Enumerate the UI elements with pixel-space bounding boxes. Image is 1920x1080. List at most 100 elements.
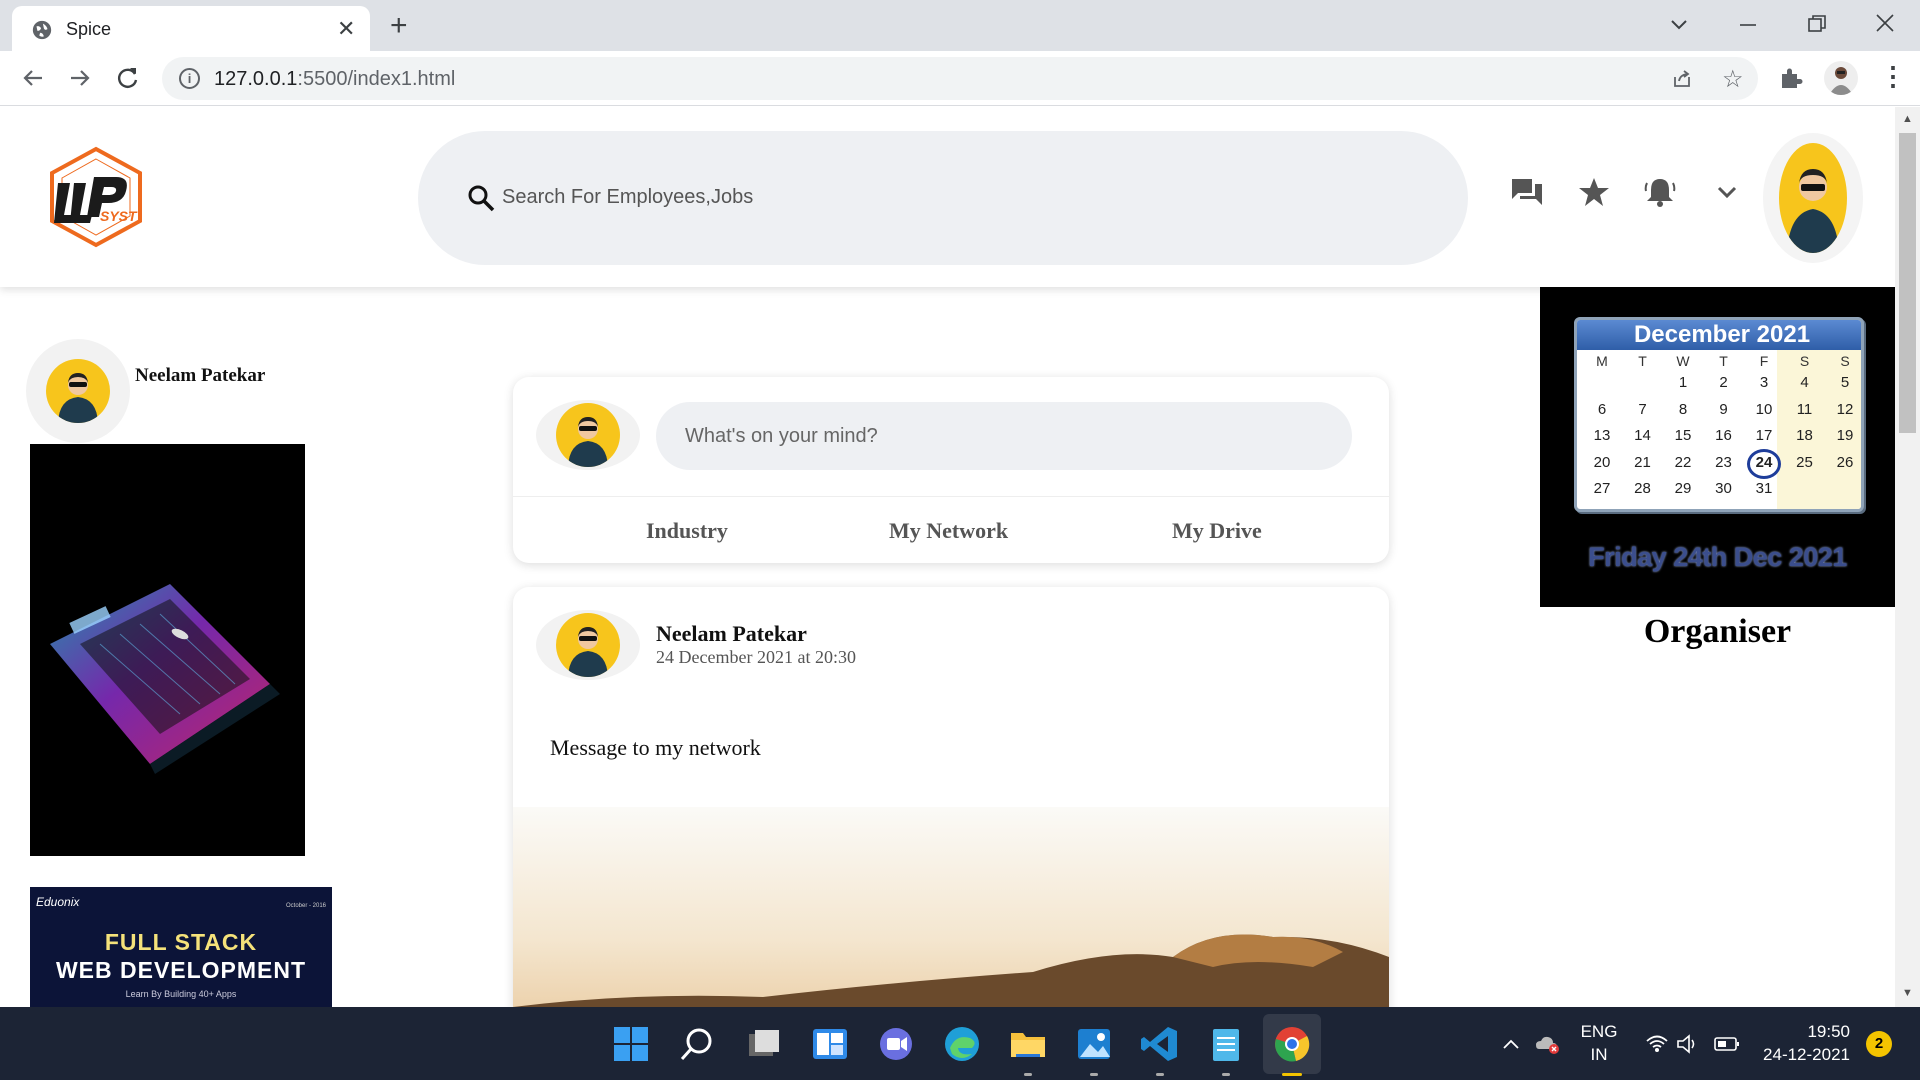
photos-running-indicator: [1090, 1073, 1098, 1076]
scroll-down-arrow-icon[interactable]: ▼: [1902, 987, 1913, 999]
calendar-day[interactable]: 23: [1707, 454, 1741, 471]
calendar-day[interactable]: 10: [1747, 401, 1781, 418]
calendar-day[interactable]: 16: [1707, 427, 1741, 444]
tray-overflow-chevron-icon[interactable]: [1502, 1037, 1520, 1051]
calendar-day[interactable]: 18: [1788, 427, 1822, 444]
search-input[interactable]: [502, 179, 762, 215]
company-logo[interactable]: SYST: [44, 145, 148, 249]
calendar-day[interactable]: 24: [1747, 454, 1781, 471]
messages-icon[interactable]: [1510, 175, 1544, 209]
widgets-icon[interactable]: [810, 1024, 850, 1064]
photos-icon[interactable]: [1074, 1024, 1114, 1064]
clock-time[interactable]: 19:50: [1760, 1022, 1850, 1042]
restore-icon[interactable]: [1806, 13, 1828, 35]
new-tab-icon[interactable]: +: [390, 9, 408, 43]
calendar-day[interactable]: 31: [1747, 480, 1781, 497]
calendar-day[interactable]: 12: [1828, 401, 1861, 418]
calendar-day[interactable]: 21: [1626, 454, 1660, 471]
calendar-day[interactable]: 28: [1626, 480, 1660, 497]
search-bar[interactable]: [418, 131, 1468, 265]
extensions-puzzle-icon[interactable]: [1778, 65, 1804, 91]
calendar-day[interactable]: 6: [1585, 401, 1619, 418]
volume-icon[interactable]: [1676, 1034, 1700, 1054]
page-scrollbar[interactable]: ▲ ▼: [1895, 107, 1920, 1007]
edge-browser-icon[interactable]: [942, 1024, 982, 1064]
calendar-day[interactable]: 26: [1828, 454, 1861, 471]
ad-tagline: Learn By Building 40+ Apps: [125, 989, 237, 999]
task-view-icon[interactable]: [744, 1024, 784, 1064]
teams-chat-icon[interactable]: [876, 1024, 916, 1064]
calendar-day[interactable]: 22: [1666, 454, 1700, 471]
windows-start-icon[interactable]: [611, 1024, 651, 1064]
left-user-name[interactable]: Neelam Patekar: [135, 365, 265, 387]
calendar-day[interactable]: 1: [1666, 374, 1700, 391]
tab-search-icon[interactable]: [1668, 14, 1690, 36]
bookmark-star-icon[interactable]: ☆: [1722, 65, 1744, 94]
calendar-day[interactable]: 27: [1585, 480, 1619, 497]
calendar-day[interactable]: 13: [1585, 427, 1619, 444]
site-header: SYST: [0, 107, 1895, 287]
calendar-day[interactable]: 11: [1788, 401, 1822, 418]
tab-close-icon[interactable]: ✕: [337, 16, 355, 42]
wifi-icon[interactable]: [1645, 1034, 1669, 1054]
calendar-day[interactable]: 7: [1626, 401, 1660, 418]
post-message: Message to my network: [550, 735, 761, 760]
chevron-down-icon[interactable]: [1710, 175, 1744, 209]
post-author-name[interactable]: Neelam Patekar: [656, 621, 807, 647]
notifications-bell-icon[interactable]: [1643, 175, 1677, 209]
onedrive-error-icon[interactable]: [1535, 1033, 1561, 1055]
course-ad-banner[interactable]: Eduonix October - 2016 FULL STACK WEB DE…: [30, 887, 332, 1007]
calendar-day[interactable]: 5: [1828, 374, 1861, 391]
option-my-drive[interactable]: My Drive: [1172, 518, 1262, 544]
option-my-network[interactable]: My Network: [889, 518, 1008, 544]
calendar-weekday: F: [1759, 353, 1769, 369]
laptop-ad-image[interactable]: [30, 444, 305, 856]
calendar-day[interactable]: 4: [1788, 374, 1822, 391]
file-explorer-icon[interactable]: [1008, 1024, 1048, 1064]
chrome-icon[interactable]: [1272, 1024, 1312, 1064]
header-user-avatar[interactable]: [1763, 133, 1863, 263]
language-code[interactable]: ENG: [1578, 1022, 1620, 1042]
reload-icon[interactable]: [113, 63, 143, 93]
post-author-avatar[interactable]: [536, 610, 640, 680]
share-icon[interactable]: [1671, 68, 1693, 90]
site-info-icon[interactable]: i: [179, 68, 200, 89]
calendar-day[interactable]: 17: [1747, 427, 1781, 444]
minimize-icon[interactable]: [1737, 14, 1759, 36]
notepad-icon[interactable]: [1206, 1024, 1246, 1064]
status-input[interactable]: [656, 402, 1352, 470]
scroll-up-arrow-icon[interactable]: ▲: [1902, 113, 1913, 125]
calendar-day[interactable]: 2: [1707, 374, 1741, 391]
calendar-day[interactable]: 9: [1707, 401, 1741, 418]
scrollbar-thumb[interactable]: [1899, 133, 1916, 433]
calendar-day[interactable]: 14: [1626, 427, 1660, 444]
calendar-day[interactable]: 3: [1747, 374, 1781, 391]
calendar-day[interactable]: 15: [1666, 427, 1700, 444]
organiser-calendar[interactable]: December 2021 M T W T F S S 1 2 3 4 5 6 7 8 9 10 11 12 13 14…: [1540, 287, 1895, 607]
left-avatar-image: [46, 359, 110, 423]
favorites-star-icon[interactable]: [1577, 175, 1611, 209]
url-host: 127.0.0.1: [214, 68, 298, 90]
back-arrow-icon[interactable]: [18, 63, 48, 93]
browser-profile-avatar[interactable]: [1824, 61, 1858, 95]
forward-arrow-icon[interactable]: [65, 63, 95, 93]
calendar-day[interactable]: 30: [1707, 480, 1741, 497]
address-bar[interactable]: i 127.0.0.1:5500/index1.html ☆: [162, 57, 1758, 100]
close-window-icon[interactable]: [1874, 12, 1896, 34]
browser-menu-icon[interactable]: ⋮: [1880, 61, 1906, 92]
calendar-day[interactable]: 29: [1666, 480, 1700, 497]
battery-icon[interactable]: [1714, 1036, 1740, 1052]
browser-tab[interactable]: Spice ✕: [12, 6, 370, 51]
clock-date[interactable]: 24-12-2021: [1752, 1045, 1850, 1065]
option-industry[interactable]: Industry: [646, 518, 728, 544]
calendar-day[interactable]: 19: [1828, 427, 1861, 444]
calendar-weekday: T: [1719, 353, 1728, 369]
notification-count-badge[interactable]: 2: [1866, 1031, 1892, 1057]
keyboard-region[interactable]: IN: [1578, 1045, 1620, 1065]
calendar-day[interactable]: 20: [1585, 454, 1619, 471]
vscode-icon[interactable]: [1140, 1024, 1180, 1064]
taskbar-search-icon[interactable]: [677, 1024, 717, 1064]
calendar-day[interactable]: 25: [1788, 454, 1822, 471]
calendar-day[interactable]: 8: [1666, 401, 1700, 418]
post-image[interactable]: [513, 807, 1389, 1007]
